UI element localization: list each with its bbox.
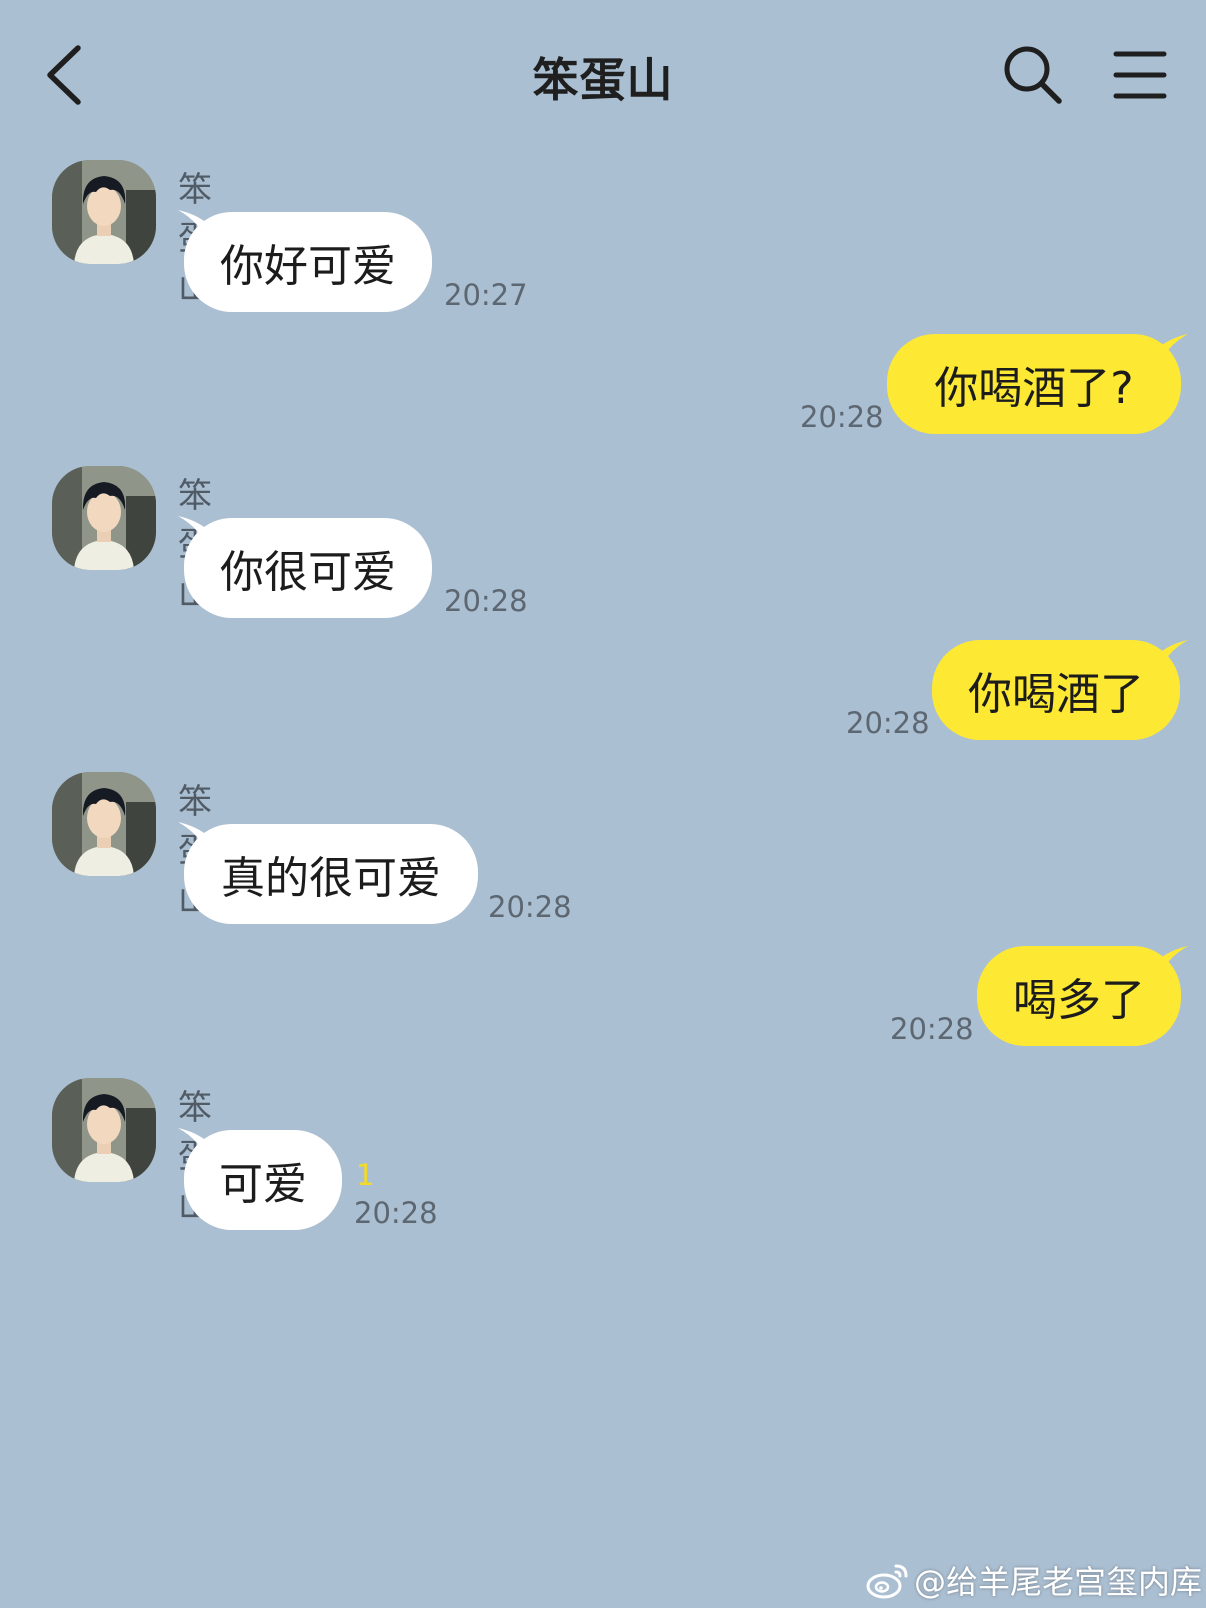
message-time: 20:28 xyxy=(354,1196,438,1230)
search-button[interactable] xyxy=(1002,44,1064,106)
message-time: 20:27 xyxy=(444,278,528,312)
watermark-text: @给羊尾老宫玺内库 xyxy=(914,1563,1203,1601)
avatar-image xyxy=(52,466,156,570)
avatar-image xyxy=(52,1078,156,1182)
message-time: 20:28 xyxy=(846,706,930,740)
unread-count: 1 xyxy=(356,1158,375,1192)
hamburger-menu-icon xyxy=(1113,51,1167,99)
chat-header: 笨蛋山 xyxy=(0,0,1206,150)
avatar-image xyxy=(52,772,156,876)
avatar[interactable] xyxy=(52,466,156,570)
watermark: @给羊尾老宫玺内库 xyxy=(866,1558,1202,1602)
message-bubble[interactable]: 可爱 xyxy=(184,1130,342,1230)
message-bubble[interactable]: 你很可爱 xyxy=(184,518,432,618)
avatar[interactable] xyxy=(52,160,156,264)
bubble-tail xyxy=(1158,640,1188,674)
weibo-logo-icon xyxy=(866,1564,908,1599)
avatar[interactable] xyxy=(52,1078,156,1182)
message-bubble[interactable]: 你喝酒了 xyxy=(932,640,1180,740)
message-time: 20:28 xyxy=(488,890,572,924)
message-time: 20:28 xyxy=(890,1012,974,1046)
avatar[interactable] xyxy=(52,772,156,876)
message-bubble[interactable]: 真的很可爱 xyxy=(184,824,478,924)
bubble-tail xyxy=(1158,946,1188,980)
avatar-image xyxy=(52,160,156,264)
message-bubble[interactable]: 你喝酒了? xyxy=(887,334,1181,434)
search-icon xyxy=(1004,46,1062,104)
message-time: 20:28 xyxy=(800,400,884,434)
menu-button[interactable] xyxy=(1112,48,1168,102)
message-bubble[interactable]: 喝多了 xyxy=(977,946,1181,1046)
message-time: 20:28 xyxy=(444,584,528,618)
bubble-tail xyxy=(1158,334,1188,368)
message-bubble[interactable]: 你好可爱 xyxy=(184,212,432,312)
